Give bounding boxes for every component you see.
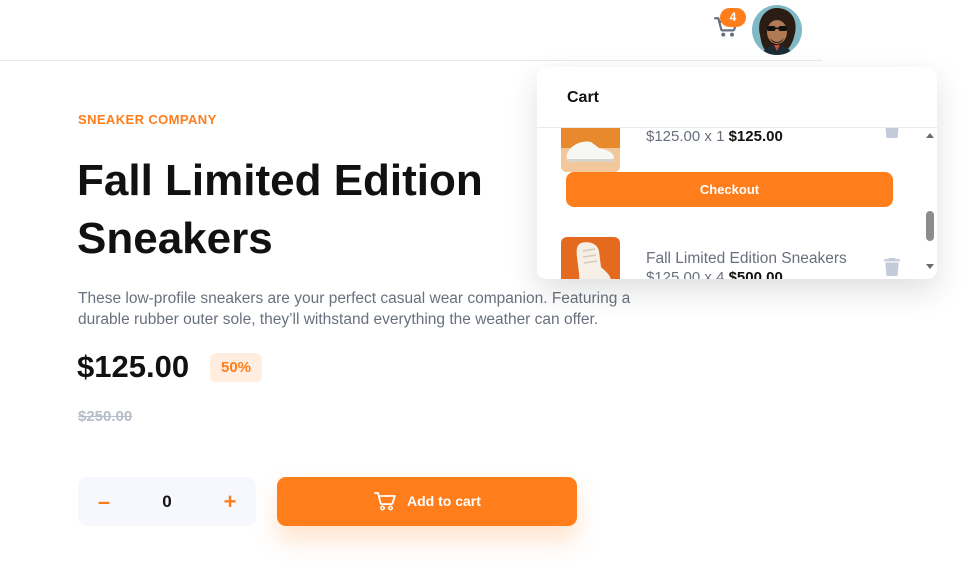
product-title: Fall Limited Edition Sneakers <box>77 156 483 263</box>
cart-title: Cart <box>567 89 600 106</box>
cart-item-quantity: x 4 <box>704 269 725 279</box>
brand-label: SNEAKER COMPANY <box>78 112 217 127</box>
avatar-image <box>752 5 802 55</box>
cart-count-badge: 4 <box>720 8 746 27</box>
cart-item-price-line: $125.00 x 1 $125.00 <box>646 128 783 145</box>
cart-dropdown: Cart $125.00 x 1 $125.00 Checkout Fall L… <box>537 67 937 279</box>
cart-item-unit-price: $125.00 <box>646 128 701 145</box>
cart-items-list[interactable]: $125.00 x 1 $125.00 Checkout Fall Limite… <box>537 128 937 279</box>
trash-icon <box>885 128 899 138</box>
scroll-down-arrow-icon[interactable] <box>926 264 934 269</box>
scroll-up-arrow-icon[interactable] <box>926 133 934 138</box>
product-description: These low-profile sneakers are your perf… <box>78 290 631 328</box>
cart-item-unit-price: $125.00 <box>646 269 701 279</box>
trash-icon <box>884 258 900 276</box>
cart-item-name: Fall Limited Edition Sneakers <box>646 250 847 267</box>
cart-item-thumbnail <box>561 128 620 172</box>
original-price: $250.00 <box>78 408 133 425</box>
sneaker-thumbnail <box>561 128 620 172</box>
cart-item-total: $500.00 <box>728 269 783 279</box>
sneaker-thumbnail <box>561 237 620 279</box>
cart-item-quantity: x 1 <box>704 128 725 145</box>
cart-item-thumbnail <box>561 237 620 279</box>
add-to-cart-button[interactable]: Add to cart <box>277 477 577 526</box>
cart-item-price-line: $125.00 x 4 $500.00 <box>646 269 783 279</box>
add-to-cart-label: Add to cart <box>407 493 481 509</box>
scrollbar-thumb[interactable] <box>926 211 934 241</box>
quantity-stepper: – 0 + <box>78 477 256 526</box>
checkout-button[interactable]: Checkout <box>566 172 893 207</box>
cart-icon <box>374 492 396 511</box>
site-header <box>0 0 822 61</box>
delete-item-button[interactable] <box>884 128 900 138</box>
cart-scrollbar[interactable] <box>923 128 937 279</box>
delete-item-button[interactable] <box>884 258 900 276</box>
user-avatar[interactable] <box>752 5 802 55</box>
cart-item-total: $125.00 <box>728 128 783 145</box>
decrease-quantity-button[interactable]: – <box>78 477 130 526</box>
discount-badge: 50% <box>210 353 262 382</box>
current-price: $125.00 <box>77 349 190 384</box>
increase-quantity-button[interactable]: + <box>204 477 256 526</box>
quantity-value: 0 <box>162 492 172 511</box>
